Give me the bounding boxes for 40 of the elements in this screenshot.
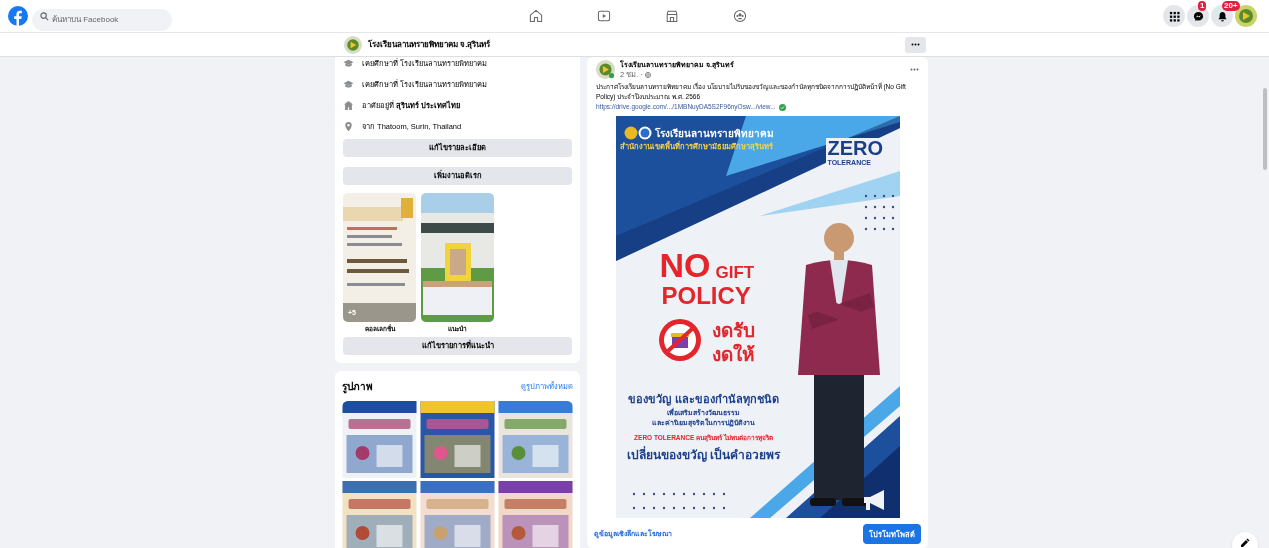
- no-gift-icon: [657, 318, 702, 363]
- poster-refuse-text: งดรับ: [711, 320, 755, 343]
- graduation-cap-icon: [343, 58, 354, 69]
- more-icon: [911, 43, 920, 46]
- poster-no-text: NO: [659, 248, 711, 283]
- messenger-button[interactable]: [1187, 5, 1209, 27]
- location-pin-icon: [343, 121, 354, 132]
- home-icon[interactable]: [528, 8, 544, 24]
- poster-gift-text: GIFT: [715, 264, 755, 282]
- poster-heading: ของขวัญ และของกำนัลทุกชนิด: [628, 392, 779, 407]
- facebook-logo-icon[interactable]: [8, 6, 28, 26]
- author-avatar[interactable]: [596, 60, 615, 79]
- storefront-icon[interactable]: [664, 8, 680, 24]
- school-logo-icon: [623, 126, 652, 141]
- page-name: โรงเรียนลานทรายพิทยาคม จ.สุรินทร์: [368, 38, 491, 51]
- poster-heading: เปลี่ยนของขวัญ เป็นคำอวยพร: [626, 447, 781, 464]
- graduation-cap-icon: [343, 79, 354, 90]
- verified-check-icon: [778, 103, 786, 111]
- page-avatar: [344, 35, 362, 54]
- house-icon: [343, 100, 354, 111]
- video-icon[interactable]: [596, 8, 612, 24]
- poster-policy-text: POLICY: [661, 284, 751, 309]
- message-count-badge: 1: [1198, 1, 1207, 11]
- poster-refuse-text: งดให้: [711, 344, 755, 367]
- more-icon[interactable]: [910, 68, 919, 71]
- globe-icon: [644, 71, 651, 78]
- menu-button[interactable]: [1163, 5, 1185, 27]
- menu-icon: [1168, 10, 1180, 22]
- search-field[interactable]: ค้นหาบน Facebook: [32, 8, 172, 31]
- edit-icon: [1240, 538, 1250, 548]
- notification-count-badge: 20+: [1222, 1, 1240, 11]
- search-icon: [40, 11, 49, 21]
- groups-icon[interactable]: [732, 8, 748, 24]
- poster-zero-text: ZERO: [825, 138, 886, 159]
- more-button[interactable]: [905, 36, 926, 53]
- messenger-icon: [1192, 10, 1204, 22]
- section-title: รูปภาพ: [342, 380, 373, 395]
- notifications-icon: [1216, 10, 1228, 22]
- poster-school-name: โรงเรียนลานทรายพิทยาคม: [654, 127, 774, 141]
- scrollbar[interactable]: [1263, 88, 1267, 170]
